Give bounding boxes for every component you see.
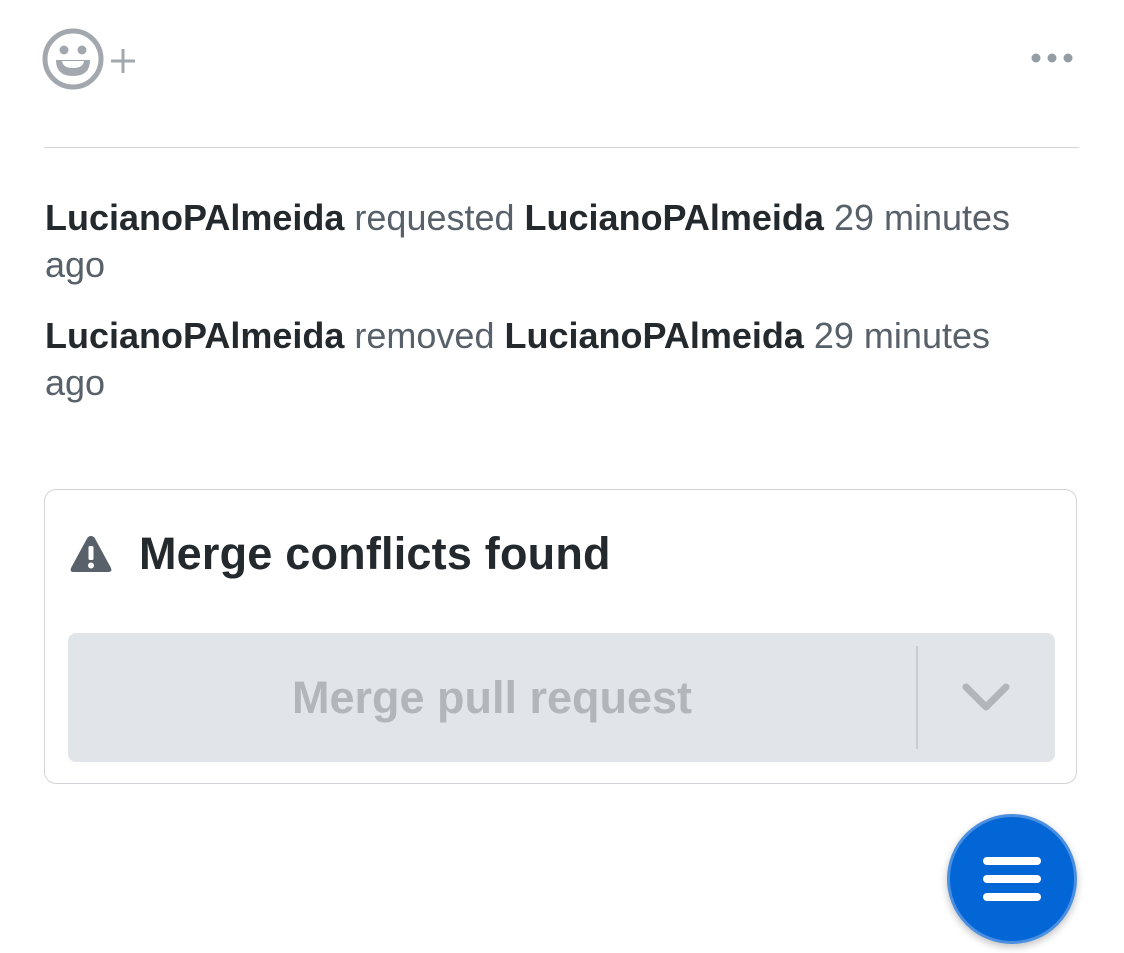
merge-status-title: Merge conflicts found <box>139 528 611 579</box>
timeline-event: LucianoPAlmeida removed LucianoPAlmeida … <box>45 312 1045 406</box>
header-divider <box>44 147 1079 148</box>
merge-button-group: Merge pull request <box>68 633 1055 762</box>
more-options-button[interactable] <box>1024 40 1080 76</box>
event-target[interactable]: LucianoPAlmeida <box>504 315 803 356</box>
event-actor[interactable]: LucianoPAlmeida <box>45 315 344 356</box>
event-target[interactable]: LucianoPAlmeida <box>525 197 824 238</box>
merge-pull-request-button[interactable]: Merge pull request <box>68 633 916 762</box>
pull-request-timeline: LucianoPAlmeida requested LucianoPAlmeid… <box>0 0 1124 953</box>
hamburger-menu-icon <box>983 857 1041 901</box>
alert-icon <box>70 536 112 572</box>
event-action: removed <box>354 315 495 356</box>
event-actor[interactable]: LucianoPAlmeida <box>45 197 344 238</box>
add-reaction-button[interactable] <box>42 28 142 90</box>
merge-status-box: Merge conflicts found Merge pull request <box>44 489 1077 784</box>
merge-status-header: Merge conflicts found <box>69 528 611 580</box>
merge-method-dropdown[interactable] <box>918 633 1056 762</box>
menu-fab-button[interactable] <box>947 814 1077 944</box>
event-action: requested <box>354 197 515 238</box>
smiley-plus-icon <box>42 28 135 90</box>
kebab-horizontal-icon <box>1031 53 1073 63</box>
timeline-event: LucianoPAlmeida requested LucianoPAlmeid… <box>45 194 1045 288</box>
chevron-down-icon <box>962 683 1010 710</box>
